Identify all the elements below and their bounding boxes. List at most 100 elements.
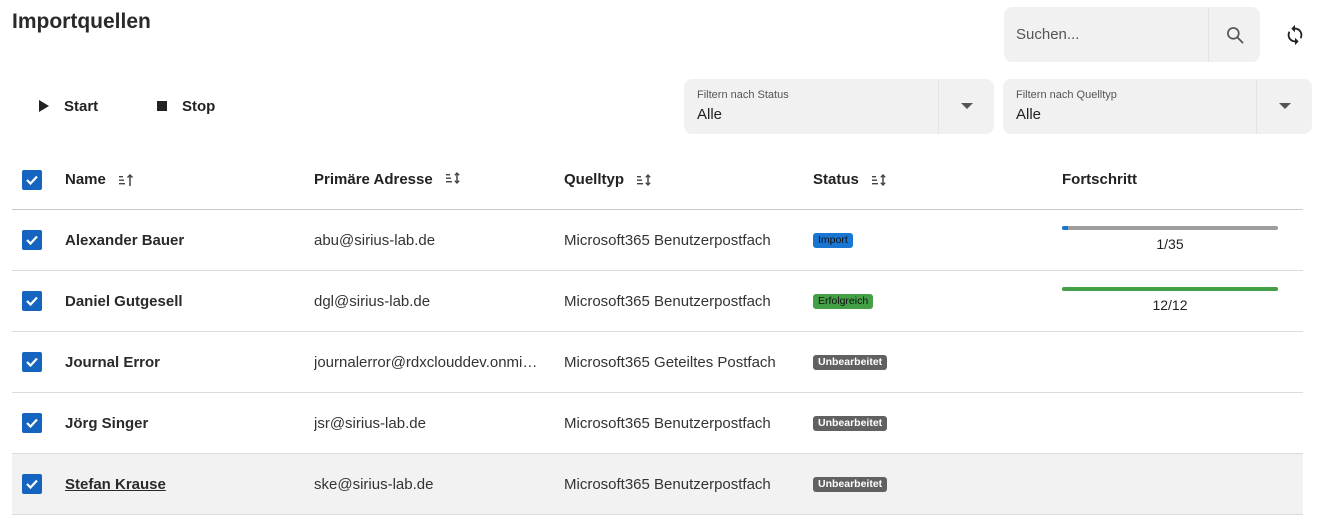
row-address: journalerror@rdxclouddev.onmi… xyxy=(314,332,550,392)
status-filter[interactable]: Filtern nach Status Alle xyxy=(684,79,994,134)
status-badge: Import xyxy=(813,232,853,248)
progress-widget: 1/35 xyxy=(1062,226,1278,252)
row-select-cell xyxy=(22,271,42,331)
row-select-cell xyxy=(22,454,42,514)
progress-fill xyxy=(1062,226,1069,230)
check-icon xyxy=(26,357,38,368)
row-type: Microsoft365 Benutzerpostfach xyxy=(564,292,771,310)
row-checkbox[interactable] xyxy=(22,230,42,250)
sort-ascending-icon[interactable] xyxy=(118,173,134,187)
row-name[interactable]: Journal Error xyxy=(65,332,160,392)
sort-icon[interactable] xyxy=(445,171,461,189)
row-select-cell xyxy=(22,332,42,392)
select-all-cell xyxy=(22,150,42,209)
type-filter-value: Alle xyxy=(1016,106,1042,123)
row-select-cell xyxy=(22,393,42,453)
row-checkbox[interactable] xyxy=(22,474,42,494)
table-row[interactable]: Jörg Singer jsr@sirius-lab.de Microsoft3… xyxy=(12,393,1303,454)
row-address-text: dgl@sirius-lab.de xyxy=(314,292,431,310)
row-status: Import xyxy=(813,210,853,270)
row-name[interactable]: Stefan Krause xyxy=(65,454,166,514)
row-status: Erfolgreich xyxy=(813,271,874,331)
play-icon xyxy=(39,100,49,112)
status-filter-value: Alle xyxy=(697,106,723,123)
table-row[interactable]: Journal Error journalerror@rdxclouddev.o… xyxy=(12,332,1303,393)
check-icon xyxy=(26,418,38,429)
row-type: Microsoft365 Benutzerpostfach xyxy=(564,231,771,249)
row-address-text: abu@sirius-lab.de xyxy=(314,231,436,249)
sort-icon[interactable] xyxy=(636,173,652,187)
sort-icon[interactable] xyxy=(871,173,887,187)
status-badge: Unbearbeitet xyxy=(813,415,888,431)
row-address: jsr@sirius-lab.de xyxy=(314,393,550,453)
row-type: Microsoft365 Benutzerpostfach xyxy=(564,475,771,493)
search-icon xyxy=(1226,26,1243,43)
table-row[interactable]: Stefan Krause ske@sirius-lab.de Microsof… xyxy=(12,454,1303,515)
row-name[interactable]: Jörg Singer xyxy=(65,393,148,453)
table-header: Name Primäre Adresse Quelltyp Status For… xyxy=(12,150,1303,210)
row-select-cell xyxy=(22,210,42,270)
page-title: Importquellen xyxy=(12,10,151,33)
row-address-text: jsr@sirius-lab.de xyxy=(314,414,426,432)
row-checkbox[interactable] xyxy=(22,352,42,372)
row-address-text: journalerror@rdxclouddev.onmi… xyxy=(314,353,538,371)
check-icon xyxy=(26,479,38,490)
column-header-address[interactable]: Primäre Adresse xyxy=(314,150,550,209)
check-icon xyxy=(26,296,38,307)
column-header-type[interactable]: Quelltyp xyxy=(564,150,652,209)
row-progress: 12/12 xyxy=(1062,271,1278,331)
import-sources-table: Name Primäre Adresse Quelltyp Status For… xyxy=(12,150,1303,515)
progress-text: 12/12 xyxy=(1152,297,1188,313)
row-address: dgl@sirius-lab.de xyxy=(314,271,550,331)
status-filter-dropdown[interactable] xyxy=(938,79,994,134)
row-name[interactable]: Alexander Bauer xyxy=(65,210,184,270)
column-header-name-label: Name xyxy=(65,171,106,188)
status-filter-label: Filtern nach Status xyxy=(697,89,789,101)
stop-icon xyxy=(157,101,167,111)
start-button[interactable]: Start xyxy=(38,92,98,120)
type-filter[interactable]: Filtern nach Quelltyp Alle xyxy=(1003,79,1312,134)
search-input[interactable] xyxy=(1004,7,1208,62)
status-badge: Unbearbeitet xyxy=(813,476,888,492)
column-header-status[interactable]: Status xyxy=(813,150,887,209)
row-name[interactable]: Daniel Gutgesell xyxy=(65,271,183,331)
row-address: abu@sirius-lab.de xyxy=(314,210,550,270)
row-checkbox[interactable] xyxy=(22,413,42,433)
row-status: Unbearbeitet xyxy=(813,454,888,514)
row-status: Unbearbeitet xyxy=(813,332,888,392)
progress-text: 1/35 xyxy=(1156,236,1184,252)
table-row[interactable]: Daniel Gutgesell dgl@sirius-lab.de Micro… xyxy=(12,271,1303,332)
column-header-address-label: Primäre Adresse xyxy=(314,171,433,188)
refresh-button[interactable] xyxy=(1280,20,1310,50)
row-address-text: ske@sirius-lab.de xyxy=(314,475,434,493)
select-all-checkbox[interactable] xyxy=(22,169,42,190)
progress-widget: 12/12 xyxy=(1062,287,1278,313)
stop-button[interactable]: Stop xyxy=(156,92,215,120)
type-filter-label: Filtern nach Quelltyp xyxy=(1016,89,1117,101)
caret-down-icon xyxy=(1278,103,1291,109)
column-header-status-label: Status xyxy=(813,171,859,188)
row-address: ske@sirius-lab.de xyxy=(314,454,550,514)
column-header-name[interactable]: Name xyxy=(65,150,134,209)
stop-label: Stop xyxy=(182,97,216,115)
column-header-type-label: Quelltyp xyxy=(564,171,625,188)
row-type: Microsoft365 Geteiltes Postfach xyxy=(564,353,776,371)
progress-bar xyxy=(1062,226,1278,230)
start-label: Start xyxy=(64,97,99,115)
check-icon xyxy=(26,235,38,246)
refresh-icon xyxy=(1287,24,1303,46)
type-filter-dropdown[interactable] xyxy=(1256,79,1312,134)
column-header-progress-label: Fortschritt xyxy=(1062,171,1137,188)
column-header-progress: Fortschritt xyxy=(1062,150,1278,209)
check-icon xyxy=(26,175,38,185)
progress-bar xyxy=(1062,287,1278,291)
row-type: Microsoft365 Benutzerpostfach xyxy=(564,414,771,432)
row-status: Unbearbeitet xyxy=(813,393,888,453)
status-badge: Erfolgreich xyxy=(813,293,874,309)
search-box xyxy=(1004,7,1260,62)
search-button[interactable] xyxy=(1208,7,1260,62)
table-row[interactable]: Alexander Bauer abu@sirius-lab.de Micros… xyxy=(12,210,1303,271)
status-badge: Unbearbeitet xyxy=(813,354,888,370)
caret-down-icon xyxy=(960,103,973,109)
row-checkbox[interactable] xyxy=(22,291,42,311)
